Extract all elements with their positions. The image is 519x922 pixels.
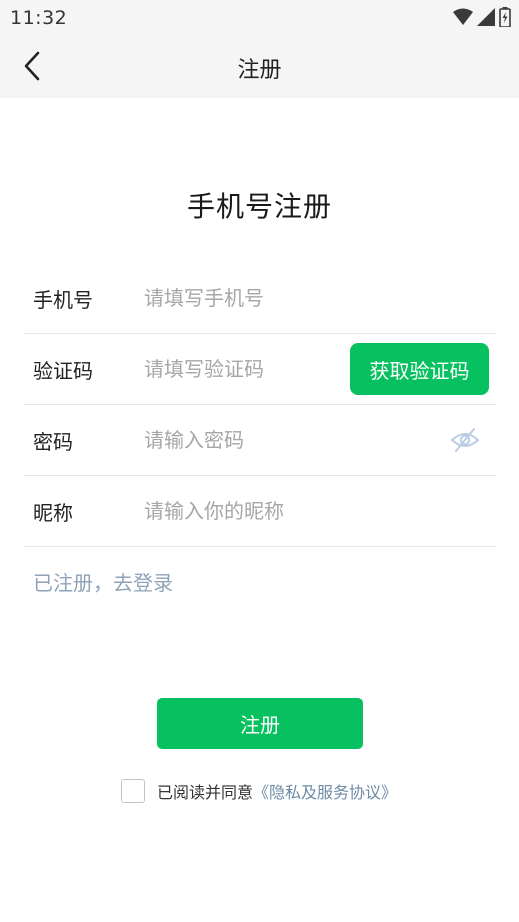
- get-code-button[interactable]: 获取验证码: [350, 343, 489, 395]
- page-title: 注册: [237, 58, 282, 83]
- battery-icon: [499, 7, 511, 27]
- agree-text: 已阅读并同意: [157, 783, 254, 802]
- password-row: 密码: [24, 405, 496, 476]
- code-input[interactable]: [144, 334, 344, 404]
- agreement-row: 已阅读并同意 《隐私及服务协议》: [121, 778, 397, 804]
- register-button[interactable]: 注册: [157, 698, 363, 749]
- phone-label: 手机号: [33, 287, 93, 312]
- status-icons: [453, 7, 511, 27]
- privacy-agreement-link[interactable]: 《隐私及服务协议》: [253, 779, 397, 803]
- code-label: 验证码: [33, 358, 93, 383]
- status-time: 11:32: [10, 7, 68, 29]
- register-screen: 11:32 注册 手机号注册 手机号 请填写手机号 验证码 请填写验证码 获取验…: [0, 0, 519, 922]
- code-row: 验证码 获取验证码: [24, 334, 496, 405]
- nickname-row: 昵称: [24, 476, 496, 547]
- eye-off-icon[interactable]: [450, 427, 480, 453]
- form-heading: 手机号注册: [186, 190, 332, 223]
- wifi-icon: [453, 8, 473, 25]
- phone-input[interactable]: [144, 263, 344, 333]
- app-bar: 注册: [0, 34, 519, 98]
- password-label: 密码: [33, 429, 73, 454]
- status-bar: 11:32: [0, 0, 519, 34]
- go-login-link[interactable]: 已注册，去登录: [33, 567, 173, 596]
- phone-row: 手机号: [24, 263, 496, 334]
- register-form: 手机号 验证码 获取验证码 密码 昵称: [24, 263, 496, 547]
- signal-icon: [477, 8, 495, 26]
- password-input[interactable]: [144, 405, 344, 475]
- nickname-label: 昵称: [33, 500, 73, 525]
- agree-checkbox[interactable]: [121, 779, 145, 803]
- nickname-input[interactable]: [144, 476, 344, 546]
